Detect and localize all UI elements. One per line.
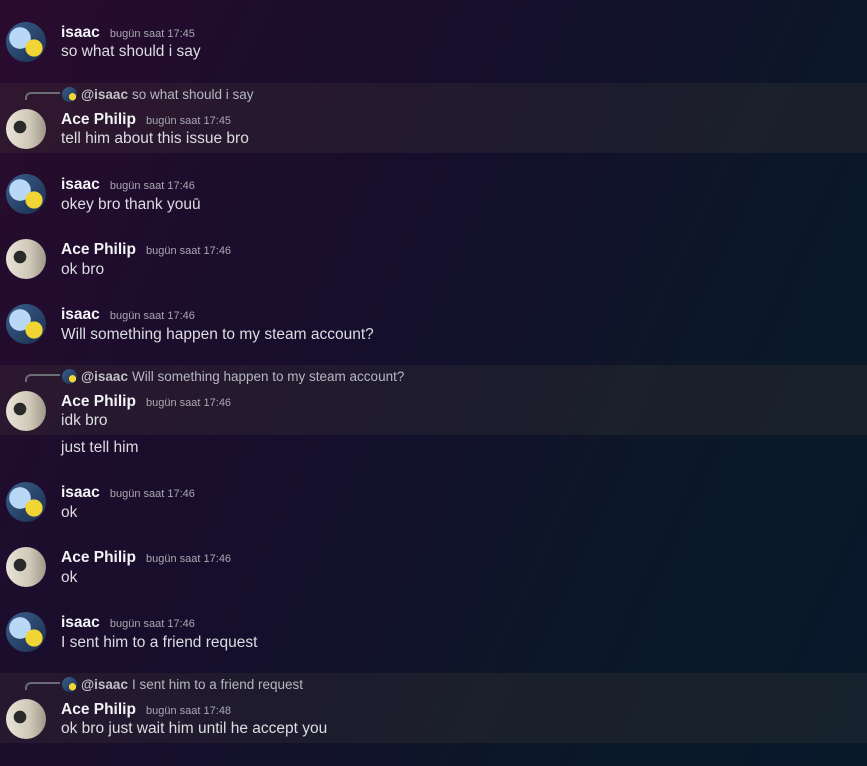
message-item: isaac bugün saat 17:46 okey bro thank yo… bbox=[0, 153, 867, 218]
message-item: isaac bugün saat 17:45 so what should i … bbox=[0, 0, 867, 82]
avatar-ace-icon[interactable] bbox=[6, 699, 46, 739]
message-text: so what should i say bbox=[61, 43, 201, 60]
timestamp: bugün saat 17:46 bbox=[109, 310, 195, 322]
message-item: @isaac Will something happen to my steam … bbox=[0, 365, 867, 435]
message-text: idk bro bbox=[61, 412, 108, 429]
message-item: isaac bugün saat 17:46 ok bbox=[0, 461, 867, 526]
reply-preview[interactable]: @isaac I sent him to a friend request bbox=[25, 677, 303, 692]
message-text: Will something happen to my steam accoun… bbox=[61, 326, 374, 343]
reply-spine-icon bbox=[25, 374, 60, 382]
avatar-isaac-icon[interactable] bbox=[6, 174, 46, 214]
timestamp: bugün saat 17:46 bbox=[146, 397, 232, 409]
message-text: ok bro bbox=[61, 261, 105, 278]
message-text: okey bro thank youū bbox=[61, 196, 201, 213]
message-item: isaac bugün saat 17:46 Will something ha… bbox=[0, 283, 867, 365]
message-followup: just tell him bbox=[0, 435, 867, 461]
timestamp: bugün saat 17:46 bbox=[146, 553, 232, 565]
username[interactable]: Ace Philip bbox=[61, 241, 136, 258]
message-text: ok bbox=[61, 504, 78, 521]
reply-mention[interactable]: @isaac bbox=[81, 677, 128, 692]
message-item: isaac bugün saat 17:46 I sent him to a f… bbox=[0, 591, 867, 673]
reply-mention[interactable]: @isaac bbox=[81, 87, 128, 102]
message-text: I sent him to a friend request bbox=[61, 634, 258, 651]
reply-text: so what should i say bbox=[131, 87, 254, 102]
avatar-isaac-icon[interactable] bbox=[6, 304, 46, 344]
reply-avatar-icon bbox=[62, 677, 77, 692]
timestamp: bugün saat 17:45 bbox=[109, 28, 195, 40]
reply-text: I sent him to a friend request bbox=[131, 677, 304, 692]
message-text: ok bbox=[61, 569, 78, 586]
reply-avatar-icon bbox=[62, 369, 77, 384]
message-item: Ace Philip bugün saat 17:46 ok bro bbox=[0, 218, 867, 283]
avatar-ace-icon[interactable] bbox=[6, 391, 46, 431]
reply-preview[interactable]: @isaac Will something happen to my steam … bbox=[25, 369, 404, 384]
message-item: @isaac I sent him to a friend request Ace… bbox=[0, 673, 867, 743]
reply-text: Will something happen to my steam accoun… bbox=[131, 369, 405, 384]
username[interactable]: isaac bbox=[61, 614, 100, 631]
username[interactable]: Ace Philip bbox=[61, 393, 136, 410]
avatar-isaac-icon[interactable] bbox=[6, 612, 46, 652]
timestamp: bugün saat 17:46 bbox=[109, 488, 195, 500]
avatar-isaac-icon[interactable] bbox=[6, 22, 46, 62]
avatar-isaac-icon[interactable] bbox=[6, 482, 46, 522]
timestamp: bugün saat 17:45 bbox=[146, 115, 232, 127]
avatar-ace-icon[interactable] bbox=[6, 239, 46, 279]
username[interactable]: Ace Philip bbox=[61, 111, 136, 128]
reply-avatar-icon bbox=[62, 87, 77, 102]
message-item: @isaac so what should i say Ace Philip bu… bbox=[0, 83, 867, 153]
timestamp: bugün saat 17:48 bbox=[146, 705, 232, 717]
reply-mention[interactable]: @isaac bbox=[81, 369, 128, 384]
message-text: tell him about this issue bro bbox=[61, 130, 249, 147]
username[interactable]: isaac bbox=[61, 484, 100, 501]
username[interactable]: Ace Philip bbox=[61, 549, 136, 566]
message-text: ok bro just wait him until he accept you bbox=[61, 720, 328, 737]
avatar-ace-icon[interactable] bbox=[6, 547, 46, 587]
reply-spine-icon bbox=[25, 92, 60, 100]
avatar-ace-icon[interactable] bbox=[6, 109, 46, 149]
username[interactable]: isaac bbox=[61, 176, 100, 193]
reply-preview[interactable]: @isaac so what should i say bbox=[25, 87, 254, 102]
timestamp: bugün saat 17:46 bbox=[146, 245, 232, 257]
username[interactable]: isaac bbox=[61, 306, 100, 323]
timestamp: bugün saat 17:46 bbox=[109, 618, 195, 630]
reply-spine-icon bbox=[25, 682, 60, 690]
username[interactable]: isaac bbox=[61, 24, 100, 41]
message-item: Ace Philip bugün saat 17:46 ok bbox=[0, 526, 867, 591]
username[interactable]: Ace Philip bbox=[61, 701, 136, 718]
message-text: just tell him bbox=[61, 439, 139, 456]
timestamp: bugün saat 17:46 bbox=[109, 180, 195, 192]
